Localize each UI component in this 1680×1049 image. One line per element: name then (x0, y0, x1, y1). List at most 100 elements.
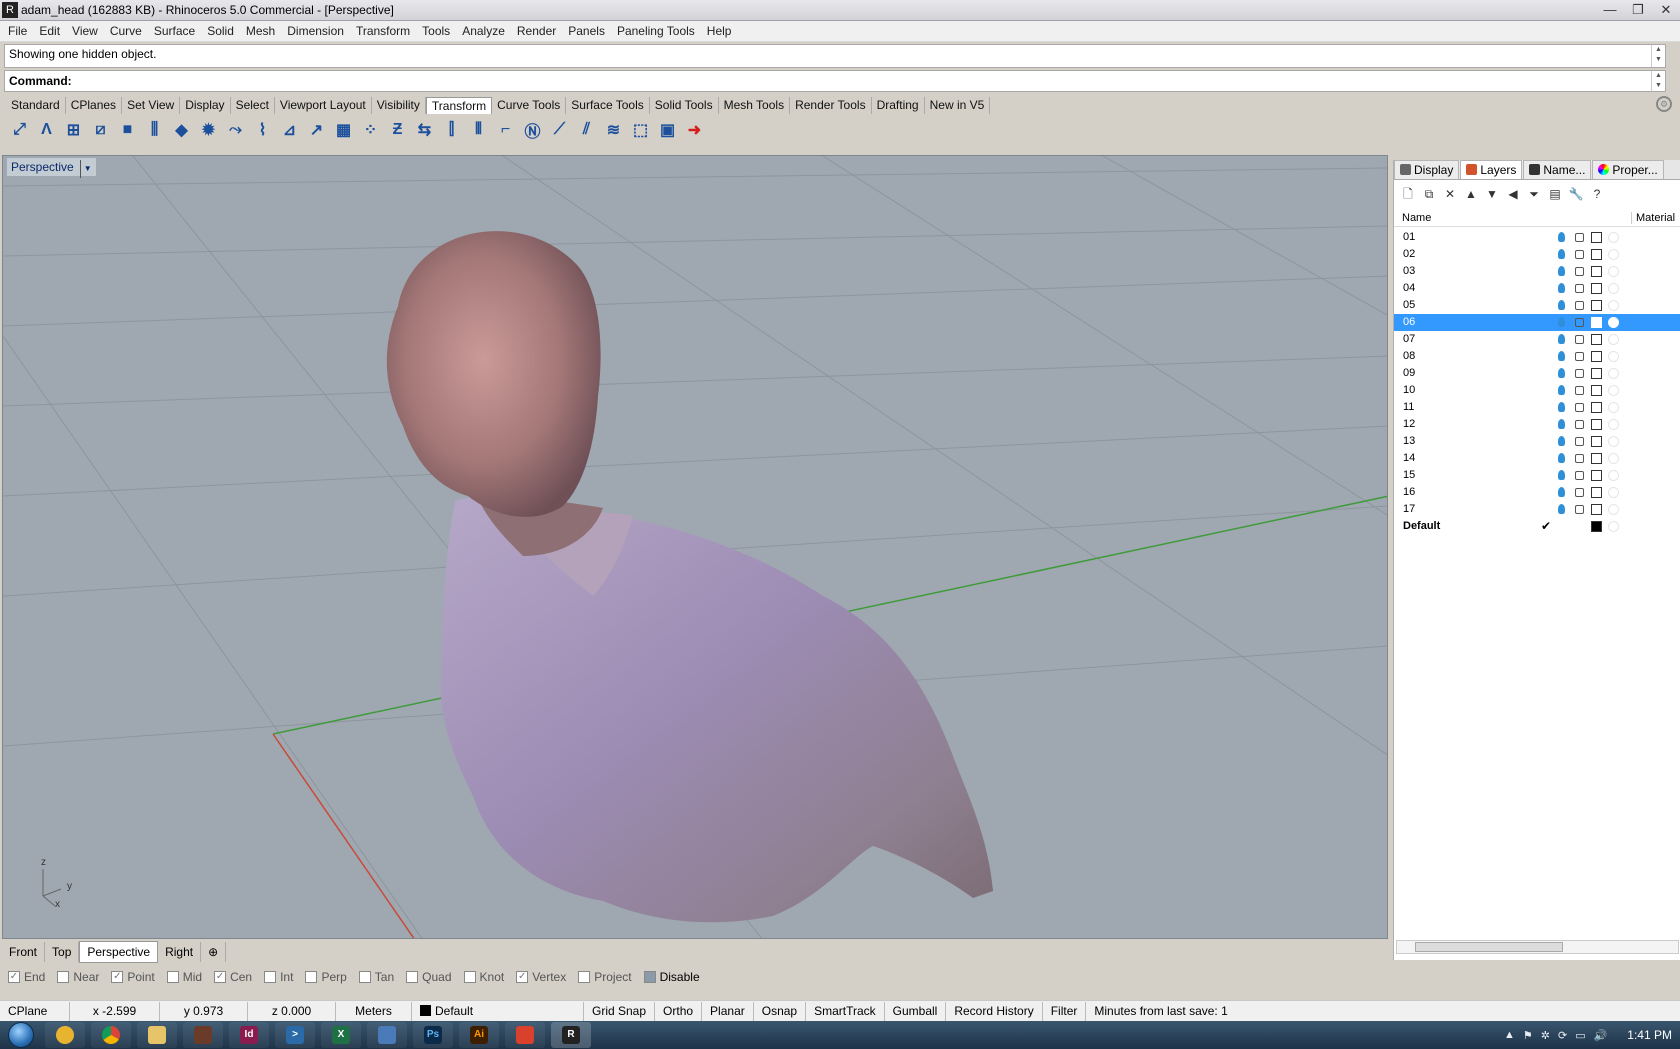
lightbulb-icon[interactable] (1558, 351, 1565, 361)
layer-material[interactable] (1608, 436, 1619, 447)
cage-icon[interactable]: ⟋ (548, 119, 571, 142)
smooth-icon[interactable]: ⫴ (467, 119, 490, 142)
osnap-mid[interactable]: Mid (166, 970, 202, 984)
osnap-near-checkbox[interactable] (57, 971, 70, 983)
osnap-int[interactable]: Int (264, 970, 293, 984)
scrollbar-thumb[interactable] (1415, 942, 1563, 952)
osnap-vertex[interactable]: ✓ Vertex (516, 970, 566, 984)
layer-color[interactable] (1591, 521, 1602, 532)
viewport-title[interactable]: Perspective ▼ (7, 158, 96, 178)
orient-icon[interactable]: ◆ (170, 119, 193, 142)
lock-icon[interactable] (1575, 250, 1584, 259)
lightbulb-icon[interactable] (1558, 436, 1565, 446)
lock-icon[interactable] (1575, 284, 1584, 293)
tab-solid-tools[interactable]: Solid Tools (650, 97, 719, 114)
lock-icon[interactable] (1575, 267, 1584, 276)
delete-layer-icon[interactable]: ✕ (1442, 186, 1458, 202)
layer-color[interactable] (1591, 249, 1602, 260)
smarttrack-toggle[interactable]: SmartTrack (806, 1001, 885, 1021)
layer-row[interactable]: 02 (1394, 246, 1680, 263)
osnap-cen-checkbox[interactable]: ✓ (214, 971, 227, 983)
layer-material[interactable] (1608, 487, 1619, 498)
menu-view[interactable]: View (66, 24, 104, 38)
taskbar-app-network[interactable] (367, 1022, 407, 1048)
lightbulb-icon[interactable] (1558, 368, 1565, 378)
layer-row[interactable]: 13 (1394, 433, 1680, 450)
move-layer-up-icon[interactable]: ▲ (1463, 186, 1479, 202)
lightbulb-icon[interactable] (1558, 419, 1565, 429)
move-layer-down-icon[interactable]: ▼ (1484, 186, 1500, 202)
layer-material[interactable] (1608, 368, 1619, 379)
layer-material[interactable] (1608, 504, 1619, 515)
panel-tab-display[interactable]: Display (1394, 160, 1460, 179)
help-icon[interactable]: ? (1589, 186, 1605, 202)
menu-curve[interactable]: Curve (104, 24, 148, 38)
filter-icon[interactable]: ⏷ (1526, 186, 1542, 202)
layer-row[interactable]: 14 (1394, 450, 1680, 467)
osnap-disable-checkbox[interactable] (643, 971, 656, 983)
rotate-icon[interactable]: Λ (35, 119, 58, 142)
lock-icon[interactable] (1575, 352, 1584, 361)
polar-array-icon[interactable]: ⁘ (359, 119, 382, 142)
osnap-disable[interactable]: Disable (643, 970, 700, 984)
gumball-toggle[interactable]: Gumball (885, 1001, 947, 1021)
lock-icon[interactable] (1575, 301, 1584, 310)
taskbar-app-sketchup[interactable] (505, 1022, 545, 1048)
layer-row[interactable]: 03 (1394, 263, 1680, 280)
menu-panels[interactable]: Panels (562, 24, 611, 38)
layer-material[interactable] (1608, 317, 1619, 328)
panel-horizontal-scrollbar[interactable] (1396, 940, 1679, 954)
layer-color[interactable] (1591, 504, 1602, 515)
panel-tab-layers[interactable]: Layers (1460, 160, 1523, 179)
action-center-flag-icon[interactable]: ⚑ (1523, 1029, 1533, 1042)
record-history-toggle[interactable]: Record History (946, 1001, 1043, 1021)
layer-material[interactable] (1608, 419, 1619, 430)
tab-right[interactable]: Right (158, 942, 202, 962)
menu-file[interactable]: File (2, 24, 33, 38)
lightbulb-icon[interactable] (1558, 402, 1565, 412)
layer-row[interactable]: 09 (1394, 365, 1680, 382)
layer-row[interactable]: 11 (1394, 399, 1680, 416)
layer-row[interactable]: 07 (1394, 331, 1680, 348)
tab-curve-tools[interactable]: Curve Tools (492, 97, 567, 114)
sync-tray-icon[interactable]: ⟳ (1558, 1029, 1567, 1042)
project-icon[interactable]: Ƶ (386, 119, 409, 142)
wrench-icon[interactable]: 🔧 (1568, 186, 1584, 202)
osnap-end[interactable]: ✓ End (8, 970, 45, 984)
tab-cplanes[interactable]: CPlanes (66, 97, 123, 114)
layer-material[interactable] (1608, 453, 1619, 464)
orient-curve-icon[interactable]: ⇆ (413, 119, 436, 142)
taskbar-app-powershell[interactable]: > (275, 1022, 315, 1048)
tab-front[interactable]: Front (2, 942, 46, 962)
layer-material[interactable] (1608, 232, 1619, 243)
osnap-perp-checkbox[interactable] (305, 971, 318, 983)
new-sublayer-icon[interactable]: ⧉ (1421, 186, 1437, 202)
menu-analyze[interactable]: Analyze (456, 24, 511, 38)
box-icon[interactable]: ■ (116, 119, 139, 142)
align-icon[interactable]: ⫼ (143, 119, 166, 142)
tab-top[interactable]: Top (45, 942, 80, 962)
lightbulb-icon[interactable] (1558, 249, 1565, 259)
menu-dimension[interactable]: Dimension (281, 24, 350, 38)
layer-color[interactable] (1591, 453, 1602, 464)
layer-material[interactable] (1608, 249, 1619, 260)
osnap-cen[interactable]: ✓ Cen (214, 970, 252, 984)
command-history-scrollbar[interactable]: ▲ ▼ (1651, 45, 1665, 67)
osnap-point[interactable]: ✓ Point (111, 970, 155, 984)
osnap-project-checkbox[interactable] (578, 971, 591, 983)
layer-material[interactable] (1608, 470, 1619, 481)
lock-icon[interactable] (1575, 369, 1584, 378)
planar-toggle[interactable]: Planar (702, 1001, 754, 1021)
taskbar-app-illustrator[interactable]: Ai (459, 1022, 499, 1048)
taskbar-app-rhino[interactable]: R (551, 1022, 591, 1048)
layer-color[interactable] (1591, 402, 1602, 413)
layer-color[interactable] (1591, 300, 1602, 311)
layer-material[interactable] (1608, 283, 1619, 294)
lock-icon[interactable] (1575, 437, 1584, 446)
lightbulb-icon[interactable] (1558, 453, 1565, 463)
tab-display[interactable]: Display (180, 97, 231, 114)
layer-row-default[interactable]: Default ✔ (1394, 518, 1680, 535)
column-name[interactable]: Name (1402, 212, 1431, 224)
viewport-menu-dropdown-icon[interactable]: ▼ (79, 160, 92, 178)
stretch-icon[interactable]: Ⓝ (521, 119, 544, 142)
